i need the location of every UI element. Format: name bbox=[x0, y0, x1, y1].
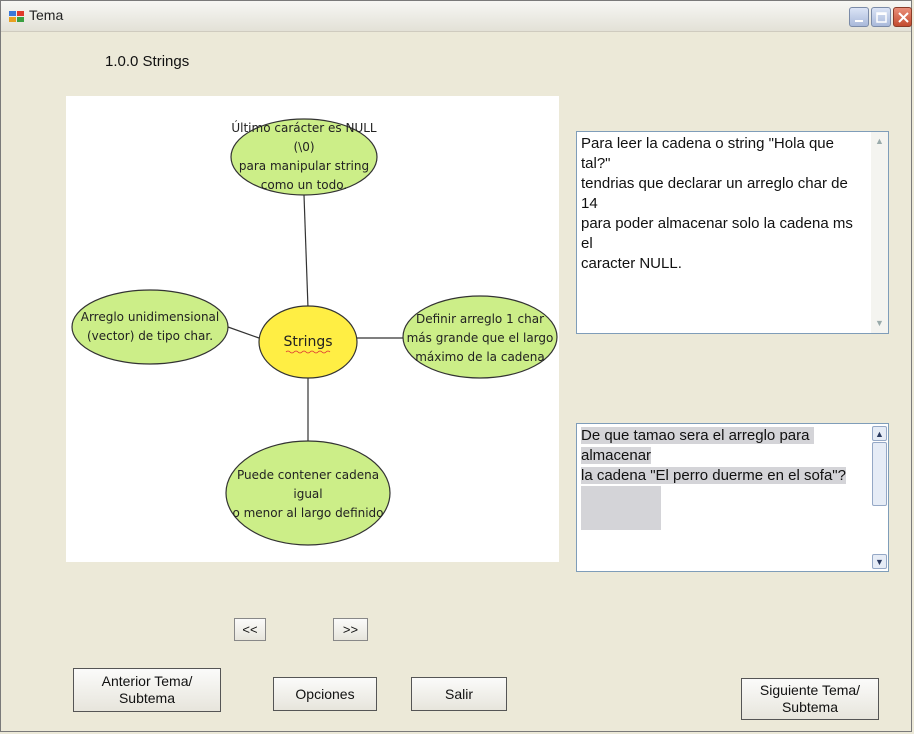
question-line-1: De que tamao sera el arreglo para almace… bbox=[581, 427, 814, 464]
close-icon bbox=[898, 12, 909, 23]
node-right-label: Definir arreglo 1 char más grande que el… bbox=[406, 311, 554, 364]
minimize-button[interactable] bbox=[849, 7, 869, 27]
info-textbox[interactable]: Para leer la cadena o string "Hola que t… bbox=[576, 131, 889, 334]
scroll-down-icon[interactable]: ▼ bbox=[872, 316, 887, 331]
app-window-icon bbox=[9, 9, 25, 23]
node-top-label: Último carácter es NULL (\0) para manipu… bbox=[231, 121, 377, 192]
question-scrollbar[interactable]: ▲ ▼ bbox=[871, 424, 888, 571]
main-window: Tema 1.0.0 Strings Último carácter es NU… bbox=[0, 0, 912, 732]
maximize-icon bbox=[876, 12, 887, 23]
question-textbox[interactable]: De que tamao sera el arreglo para almace… bbox=[576, 423, 889, 572]
selection-highlight bbox=[581, 486, 661, 530]
info-text: Para leer la cadena o string "Hola que t… bbox=[581, 135, 853, 272]
scroll-down-icon[interactable]: ▼ bbox=[872, 554, 887, 569]
window-title: Tema bbox=[29, 7, 64, 23]
question-text: De que tamao sera el arreglo para almace… bbox=[581, 426, 866, 530]
node-center-label: Strings bbox=[283, 333, 333, 350]
scroll-thumb[interactable] bbox=[872, 442, 887, 506]
scroll-up-icon[interactable]: ▲ bbox=[872, 426, 887, 441]
options-button[interactable]: Opciones bbox=[273, 677, 377, 711]
title-bar[interactable]: Tema bbox=[1, 1, 912, 32]
previous-topic-button[interactable]: Anterior Tema/ Subtema bbox=[73, 668, 221, 712]
close-button[interactable] bbox=[893, 7, 912, 27]
topic-title: 1.0.0 Strings bbox=[105, 53, 190, 70]
node-bottom-label: Puede contener cadena igual o menor al l… bbox=[232, 467, 384, 520]
scroll-up-icon[interactable]: ▲ bbox=[872, 134, 887, 149]
node-left-label: Arreglo unidimensional (vector) de tipo … bbox=[80, 310, 220, 343]
connector-top bbox=[303, 194, 309, 309]
exit-button[interactable]: Salir bbox=[411, 677, 507, 711]
question-line-2: la cadena "El perro duerme en el sofa"? bbox=[581, 467, 846, 484]
previous-page-button[interactable]: << bbox=[234, 618, 266, 641]
minimize-icon bbox=[855, 20, 863, 22]
connector-left bbox=[227, 326, 260, 339]
next-topic-button[interactable]: Siguiente Tema/ Subtema bbox=[741, 678, 879, 720]
mind-map-diagram: Último carácter es NULL (\0) para manipu… bbox=[66, 96, 559, 562]
info-scrollbar[interactable]: ▲ ▼ bbox=[871, 132, 888, 333]
next-page-button[interactable]: >> bbox=[333, 618, 368, 641]
maximize-button[interactable] bbox=[871, 7, 891, 27]
